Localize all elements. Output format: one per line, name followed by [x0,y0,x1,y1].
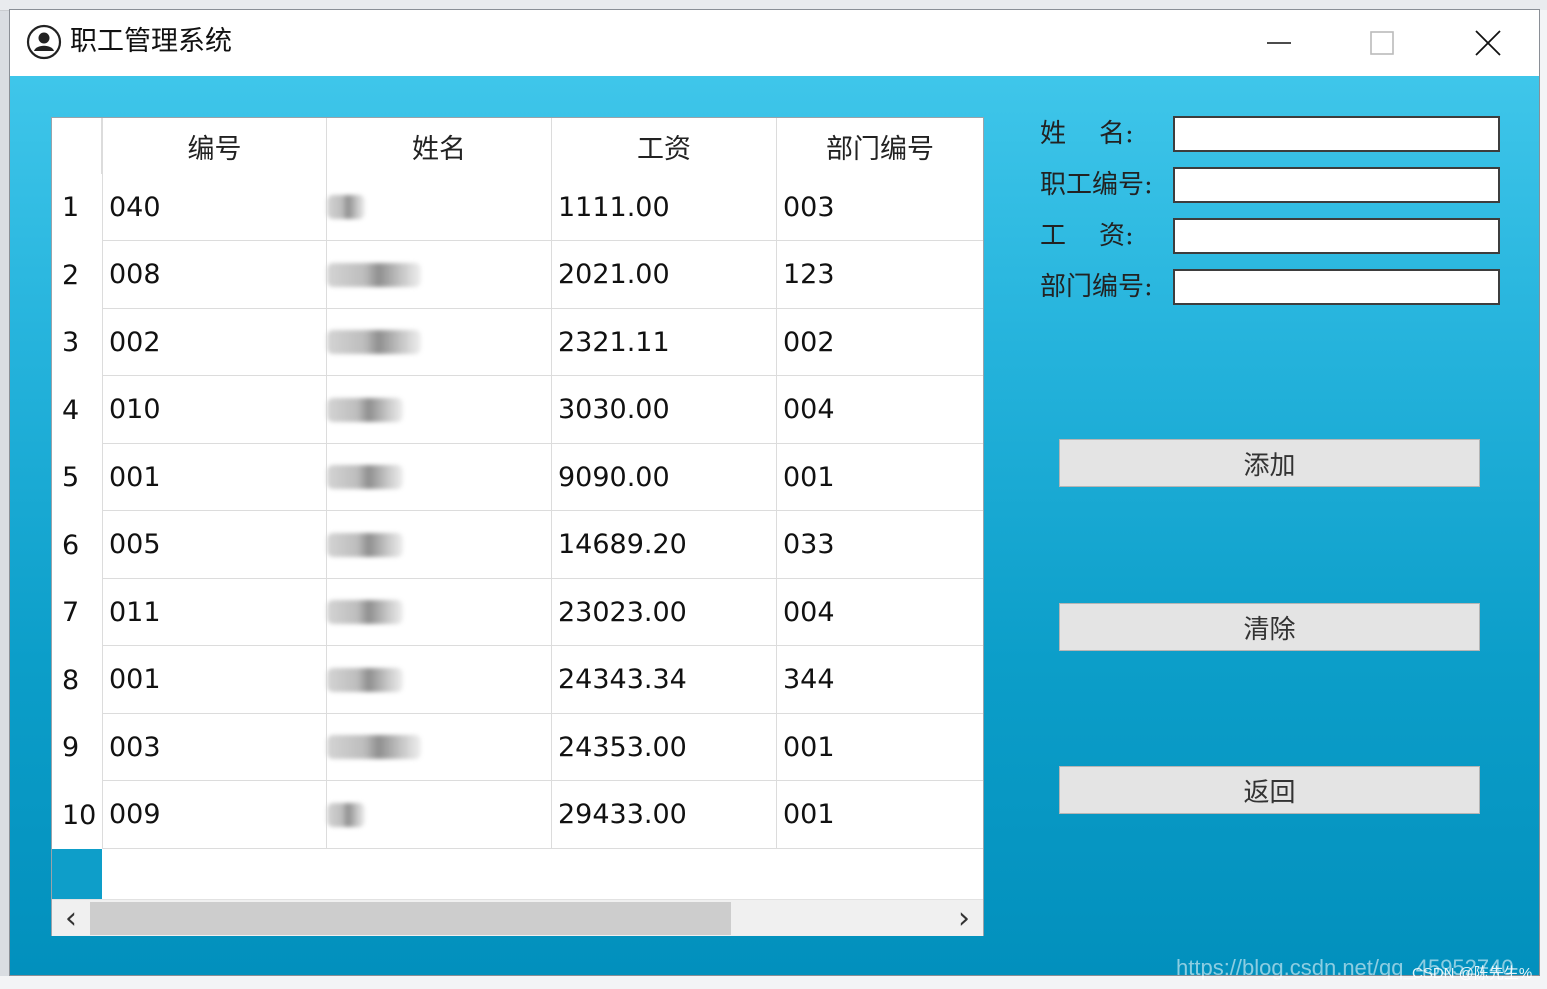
redacted-name [327,262,421,287]
row-number[interactable]: 3 [52,309,102,376]
scroll-left-button[interactable]: ‹ [52,900,90,936]
cell-dept[interactable]: 033 [777,511,983,579]
redacted-name [327,735,421,759]
scroll-right-button[interactable]: › [945,900,983,936]
clear-button[interactable]: 清除 [1059,603,1480,651]
redacted-name [327,330,421,354]
name-label: 姓 名: [1040,119,1134,149]
row-number[interactable]: 4 [52,376,102,444]
cell-salary[interactable]: 24343.34 [552,646,777,714]
maximize-button[interactable] [1337,10,1427,76]
cell-id[interactable]: 010 [102,376,327,444]
redacted-name [327,600,403,624]
cell-salary[interactable]: 29433.00 [552,781,777,849]
cell-name-redacted[interactable] [327,646,552,714]
close-icon [1475,30,1501,56]
horizontal-scrollbar[interactable]: ‹ › [52,899,983,936]
main-panel: 编号 姓名 工资 部门编号 1 040 1111.00 003 2 008 20… [10,76,1539,975]
row-header-corner [52,118,102,174]
row-number[interactable]: 10 [52,781,102,849]
row-number[interactable]: 1 [52,174,102,241]
employee-id-label: 职工编号: [1040,170,1153,200]
cell-name-redacted[interactable] [327,309,552,376]
row-number[interactable]: 2 [52,241,102,309]
cell-name-redacted[interactable] [327,174,552,241]
cell-salary[interactable]: 24353.00 [552,714,777,781]
column-header-id[interactable]: 编号 [102,118,327,174]
cell-id[interactable]: 002 [102,309,327,376]
cell-id[interactable]: 003 [102,714,327,781]
cell-dept[interactable]: 003 [777,174,983,241]
cell-salary[interactable]: 2021.00 [552,241,777,309]
cell-salary[interactable]: 2321.11 [552,309,777,376]
redacted-name [327,195,365,219]
column-header-name[interactable]: 姓名 [327,118,552,174]
dept-id-label: 部门编号: [1040,272,1153,302]
cell-name-redacted[interactable] [327,511,552,579]
row-number[interactable]: 7 [52,579,102,646]
watermark-csdn: CSDN @陈先生% [1412,965,1533,982]
cell-salary[interactable]: 9090.00 [552,444,777,511]
scroll-thumb[interactable] [90,902,731,935]
cell-id[interactable]: 009 [102,781,327,849]
cell-name-redacted[interactable] [327,241,552,309]
redacted-name [327,532,403,557]
cell-id[interactable]: 005 [102,511,327,579]
cell-dept[interactable]: 001 [777,714,983,781]
redacted-name [327,397,403,422]
salary-label: 工 资: [1040,221,1134,251]
row-number[interactable]: 6 [52,511,102,579]
redacted-name [327,802,365,827]
name-input[interactable] [1173,116,1500,152]
employee-id-input[interactable] [1173,167,1500,203]
cell-name-redacted[interactable] [327,781,552,849]
close-button[interactable] [1443,10,1533,76]
row-number[interactable]: 8 [52,646,102,714]
title-bar[interactable]: 职工管理系统 [10,10,1539,76]
redacted-name [327,465,403,489]
maximize-icon [1370,31,1394,55]
app-window: 职工管理系统 编号 姓名 工资 部门编号 1 040 1111.00 003 2… [9,9,1540,976]
add-button[interactable]: 添加 [1059,439,1480,487]
cell-salary[interactable]: 3030.00 [552,376,777,444]
chevron-right-icon: › [958,900,970,936]
new-row-selector[interactable] [52,849,102,899]
cell-dept[interactable]: 123 [777,241,983,309]
cell-salary[interactable]: 1111.00 [552,174,777,241]
cell-salary[interactable]: 14689.20 [552,511,777,579]
redacted-name [327,667,403,692]
row-number[interactable]: 5 [52,444,102,511]
minimize-icon [1267,42,1291,44]
user-circle-icon [26,24,62,60]
row-number[interactable]: 9 [52,714,102,781]
minimize-button[interactable] [1234,10,1324,76]
window-title: 职工管理系统 [70,26,232,57]
cell-salary[interactable]: 23023.00 [552,579,777,646]
column-header-salary[interactable]: 工资 [552,118,777,174]
cell-id[interactable]: 011 [102,579,327,646]
background-app-edge [1540,10,1547,989]
cell-dept[interactable]: 004 [777,579,983,646]
cell-id[interactable]: 008 [102,241,327,309]
chevron-left-icon: ‹ [65,900,77,936]
cell-name-redacted[interactable] [327,714,552,781]
cell-id[interactable]: 040 [102,174,327,241]
cell-dept[interactable]: 002 [777,309,983,376]
column-header-dept[interactable]: 部门编号 [777,118,983,174]
salary-input[interactable] [1173,218,1500,254]
cell-id[interactable]: 001 [102,444,327,511]
cell-dept[interactable]: 344 [777,646,983,714]
cell-name-redacted[interactable] [327,444,552,511]
cell-id[interactable]: 001 [102,646,327,714]
cell-name-redacted[interactable] [327,579,552,646]
cell-dept[interactable]: 001 [777,781,983,849]
dept-id-input[interactable] [1173,269,1500,305]
back-button[interactable]: 返回 [1059,766,1480,814]
cell-dept[interactable]: 004 [777,376,983,444]
employee-table[interactable]: 编号 姓名 工资 部门编号 1 040 1111.00 003 2 008 20… [51,117,984,936]
cell-dept[interactable]: 001 [777,444,983,511]
cell-name-redacted[interactable] [327,376,552,444]
